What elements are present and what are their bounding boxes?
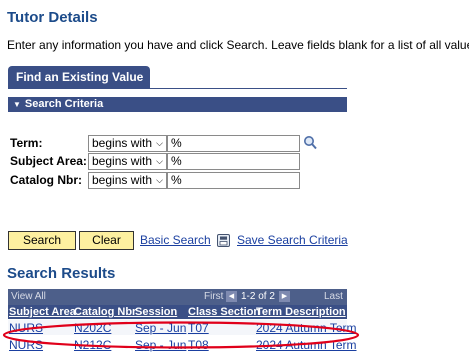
save-search-criteria-link[interactable]: Save Search Criteria [237, 233, 348, 247]
view-all-link[interactable]: View All [11, 291, 46, 302]
previous-page-icon[interactable]: ◀ [226, 291, 237, 302]
term-input[interactable]: % [167, 135, 300, 152]
last-link[interactable]: Last [324, 291, 343, 302]
save-icon[interactable] [217, 234, 230, 247]
subject-area-input[interactable]: % [167, 153, 300, 170]
search-criteria-header[interactable]: ▼ Search Criteria [8, 97, 347, 112]
instructions-text: Enter any information you have and click… [7, 38, 469, 52]
catalog-nbr-operator-select[interactable]: begins with ⌵ [88, 172, 167, 189]
tab-divider [8, 88, 347, 89]
next-page-icon[interactable]: ▶ [279, 291, 290, 302]
collapse-triangle-icon[interactable]: ▼ [13, 100, 21, 109]
subject-area-operator-select[interactable]: begins with ⌵ [88, 153, 167, 170]
first-link[interactable]: First [204, 291, 223, 302]
lookup-magnifier-icon[interactable] [303, 135, 317, 150]
clear-button[interactable]: Clear [79, 231, 134, 250]
red-annotation-ellipse [2, 321, 360, 349]
basic-search-link[interactable]: Basic Search [140, 233, 211, 247]
search-results-title: Search Results [7, 265, 116, 282]
tab-find-existing-value[interactable]: Find an Existing Value [8, 66, 150, 88]
search-button[interactable]: Search [8, 231, 76, 250]
chevron-down-icon: ⌵ [156, 175, 163, 185]
results-grid-navigation-bar: View All First ◀ 1-2 of 2 ▶ Last [8, 289, 347, 305]
chevron-down-icon: ⌵ [156, 156, 163, 166]
results-range: 1-2 of 2 [241, 291, 275, 302]
search-criteria-title: Search Criteria [24, 98, 104, 110]
catalog-nbr-input[interactable]: % [167, 172, 300, 189]
subject-area-label: Subject Area: [10, 154, 87, 168]
catalog-nbr-label: Catalog Nbr: [10, 173, 82, 187]
term-operator-select[interactable]: begins with ⌵ [88, 135, 167, 152]
chevron-down-icon: ⌵ [156, 138, 163, 148]
term-label: Term: [10, 136, 43, 150]
page-title: Tutor Details [7, 9, 98, 26]
